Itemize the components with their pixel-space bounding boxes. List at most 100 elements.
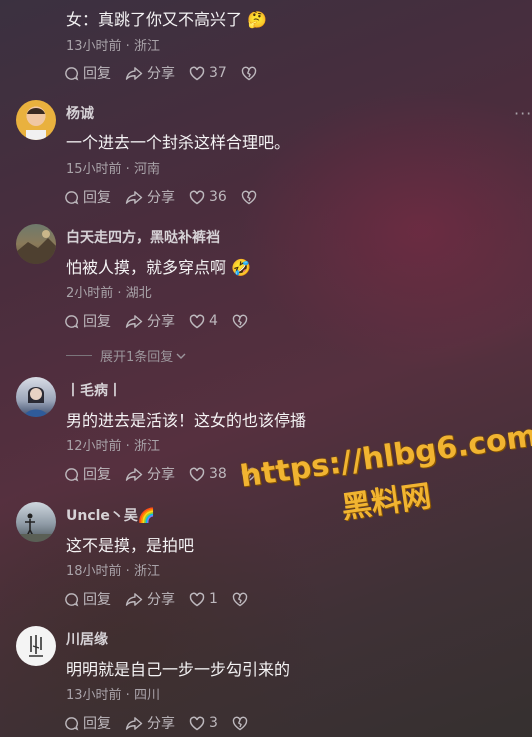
reply-button[interactable]: 回复 (64, 187, 111, 207)
like-button[interactable]: 38 (189, 466, 227, 482)
share-icon (125, 314, 143, 328)
avatar-face-icon (26, 108, 46, 140)
user-name[interactable]: 川居缘 (66, 629, 108, 649)
share-button[interactable]: 分享 (125, 187, 175, 207)
divider (66, 355, 92, 356)
share-icon (125, 190, 143, 204)
share-label: 分享 (147, 190, 175, 206)
reply-icon (65, 66, 79, 81)
share-label: 分享 (147, 716, 175, 732)
share-icon (125, 592, 143, 606)
share-button[interactable]: 分享 (125, 589, 175, 609)
comment-actions: 回复 分享 37 (64, 63, 275, 83)
like-button[interactable]: 3 (189, 715, 218, 731)
user-name[interactable]: 杨诚 (66, 103, 94, 123)
user-name[interactable]: Uncle丶吴🌈 (66, 505, 155, 525)
comment-meta: 2小时前 · 湖北 (66, 286, 152, 301)
heart-icon (189, 190, 205, 204)
comment-text: 一个进去一个封杀这样合理吧。 (66, 133, 291, 152)
comment-actions: 回复 分享 1 (64, 589, 266, 609)
reply-label: 回复 (83, 592, 111, 608)
share-button[interactable]: 分享 (125, 713, 175, 733)
chevron-down-icon (176, 353, 186, 359)
dislike-button[interactable] (232, 592, 252, 607)
reply-label: 回复 (83, 66, 111, 82)
dislike-button[interactable] (241, 190, 261, 205)
share-button[interactable]: 分享 (125, 63, 175, 83)
dislike-button[interactable] (241, 66, 261, 81)
expand-replies-button[interactable]: 展开1条回复 (66, 346, 187, 365)
comment-actions: 回复 分享 3 (64, 713, 266, 733)
person-silhouette-icon (16, 513, 56, 542)
reply-button[interactable]: 回复 (64, 311, 111, 331)
share-label: 分享 (147, 66, 175, 82)
user-name[interactable]: 白天走四方，黑哒补裤裆 (66, 227, 220, 247)
like-button[interactable]: 37 (189, 65, 227, 81)
share-icon (125, 66, 143, 80)
reply-icon (65, 716, 79, 731)
reply-label: 回复 (83, 190, 111, 206)
reply-icon (65, 592, 79, 607)
share-label: 分享 (147, 467, 175, 483)
avatar[interactable] (16, 377, 56, 417)
comment-text: 女：真跳了你又不高兴了 🤔 (66, 10, 268, 29)
portrait-icon (24, 387, 48, 417)
broken-heart-icon (232, 592, 248, 606)
comment-actions: 回复 分享 36 (64, 187, 275, 207)
expand-replies-label: 展开1条回复 (100, 350, 174, 365)
share-icon (125, 467, 143, 481)
heart-icon (189, 467, 205, 481)
comment-meta: 18小时前 · 浙江 (66, 564, 160, 579)
like-button[interactable]: 1 (189, 591, 218, 607)
more-options-icon[interactable]: ··· (514, 104, 532, 123)
reply-button[interactable]: 回复 (64, 713, 111, 733)
like-count: 3 (209, 715, 218, 731)
like-count: 37 (209, 65, 227, 81)
reply-icon (65, 467, 79, 482)
heart-icon (189, 716, 205, 730)
comment-meta: 12小时前 · 浙江 (66, 439, 160, 454)
reply-label: 回复 (83, 314, 111, 330)
like-count: 36 (209, 189, 227, 205)
like-count: 38 (209, 466, 227, 482)
broken-heart-icon (232, 716, 248, 730)
avatar[interactable] (16, 224, 56, 264)
heart-icon (189, 592, 205, 606)
like-button[interactable]: 4 (189, 313, 218, 329)
heart-icon (189, 66, 205, 80)
watermark: https://hlbg6.com 黑料网 (238, 418, 532, 559)
avatar[interactable] (16, 100, 56, 140)
avatar[interactable] (16, 626, 56, 666)
reply-icon (65, 314, 79, 329)
broken-heart-icon (232, 314, 248, 328)
share-label: 分享 (147, 314, 175, 330)
like-count: 1 (209, 591, 218, 607)
like-button[interactable]: 36 (189, 189, 227, 205)
broken-heart-icon (241, 66, 257, 80)
reply-button[interactable]: 回复 (64, 464, 111, 484)
reply-icon (65, 190, 79, 205)
comment-meta: 13小时前 · 四川 (66, 688, 160, 703)
share-button[interactable]: 分享 (125, 464, 175, 484)
share-button[interactable]: 分享 (125, 311, 175, 331)
comment-meta: 15小时前 · 河南 (66, 162, 160, 177)
like-count: 4 (209, 313, 218, 329)
avatar[interactable] (16, 502, 56, 542)
user-name[interactable]: 丨毛病丨 (66, 380, 122, 400)
comment-text: 怕被人摸，就多穿点啊 🤣 (66, 258, 252, 277)
landscape-icon (16, 230, 56, 264)
comment-text: 男的进去是活该！这女的也该停播 (66, 411, 307, 430)
comment-text: 这不是摸，是拍吧 (66, 536, 195, 555)
dislike-button[interactable] (232, 314, 252, 329)
reply-label: 回复 (83, 716, 111, 732)
comment-text: 明明就是自己一步一步勾引来的 (66, 660, 291, 679)
reply-label: 回复 (83, 467, 111, 483)
share-label: 分享 (147, 592, 175, 608)
share-icon (125, 716, 143, 730)
calligraphy-logo-icon (29, 635, 43, 657)
reply-button[interactable]: 回复 (64, 589, 111, 609)
heart-icon (189, 314, 205, 328)
dislike-button[interactable] (232, 716, 252, 731)
reply-button[interactable]: 回复 (64, 63, 111, 83)
broken-heart-icon (241, 190, 257, 204)
